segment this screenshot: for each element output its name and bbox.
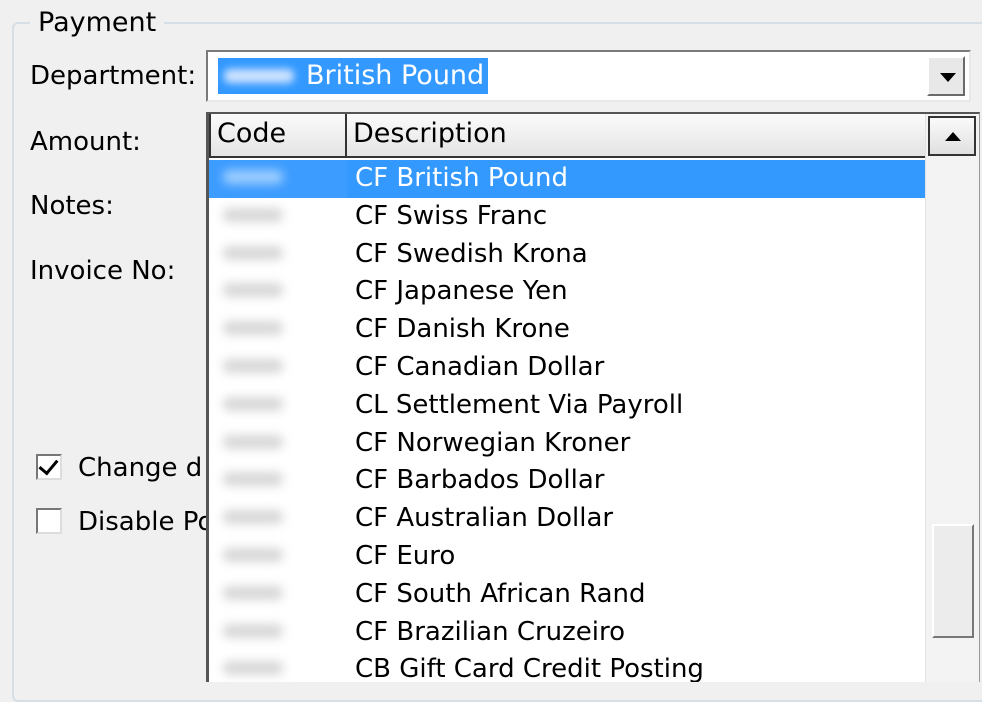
description-cell: CF Japanese Yen xyxy=(355,276,568,307)
description-cell: CF Euro xyxy=(355,540,456,571)
description-cell: CF South African Rand xyxy=(355,578,646,609)
department-label: Department: xyxy=(30,61,197,91)
redacted-code xyxy=(223,170,283,184)
disable-checkbox-label: Disable Po xyxy=(78,507,214,537)
dropdown-row[interactable]: CF Japanese Yen xyxy=(209,273,925,311)
redacted-code xyxy=(224,69,294,83)
code-cell xyxy=(209,198,347,236)
department-dropdown-list[interactable]: Code Description CF British Pound CF Swis… xyxy=(206,112,980,682)
department-value-text: British Pound xyxy=(306,60,485,91)
description-cell: CF Danish Krone xyxy=(355,314,570,345)
amount-label: Amount: xyxy=(30,127,141,157)
redacted-code xyxy=(223,207,283,222)
chevron-down-icon xyxy=(940,73,956,82)
code-cell xyxy=(209,614,347,652)
dropdown-row[interactable]: CB Gift Card Credit Posting xyxy=(209,651,925,682)
redacted-code xyxy=(223,547,283,562)
code-cell xyxy=(209,538,347,576)
redacted-code xyxy=(223,358,283,373)
description-cell: CF Barbados Dollar xyxy=(355,465,605,496)
code-cell xyxy=(209,273,347,311)
dropdown-row[interactable]: CF Barbados Dollar xyxy=(209,462,925,500)
dropdown-row[interactable]: CF Norwegian Kroner xyxy=(209,425,925,463)
code-cell xyxy=(209,311,347,349)
dropdown-row[interactable]: CF Swiss Franc xyxy=(209,198,925,236)
dropdown-row[interactable]: CF Swedish Krona xyxy=(209,236,925,274)
code-cell xyxy=(209,576,347,614)
description-cell: CF Swedish Krona xyxy=(355,238,588,269)
description-cell: CL Settlement Via Payroll xyxy=(355,389,684,420)
dropdown-row[interactable]: CF Euro xyxy=(209,538,925,576)
checkmark-icon xyxy=(38,454,59,476)
column-header-description[interactable]: Description xyxy=(345,114,927,158)
redacted-code xyxy=(223,623,283,638)
chevron-up-icon xyxy=(945,132,961,141)
department-combo[interactable]: British Pound xyxy=(206,50,971,102)
code-cell xyxy=(209,500,347,538)
redacted-code xyxy=(223,245,283,260)
dropdown-row[interactable]: CF British Pound xyxy=(209,160,927,198)
redacted-code xyxy=(223,396,283,411)
description-cell: CF Australian Dollar xyxy=(355,503,614,534)
code-cell xyxy=(209,160,347,198)
redacted-code xyxy=(223,510,283,525)
code-cell xyxy=(209,425,347,463)
description-cell: CF Brazilian Cruzeiro xyxy=(355,616,626,647)
department-selected-value: British Pound xyxy=(218,58,489,94)
code-cell xyxy=(209,651,347,682)
dropdown-button[interactable] xyxy=(927,56,965,96)
code-cell xyxy=(209,387,347,425)
redacted-code xyxy=(223,434,283,449)
dropdown-row[interactable]: CF Australian Dollar xyxy=(209,500,925,538)
invoice-no-label: Invoice No: xyxy=(30,256,176,286)
description-cell: CB Gift Card Credit Posting xyxy=(355,654,704,682)
dropdown-row[interactable]: CL Settlement Via Payroll xyxy=(209,387,925,425)
dropdown-row[interactable]: CF Brazilian Cruzeiro xyxy=(209,614,925,652)
dropdown-rows: CF British Pound CF Swiss Franc CF Swedish… xyxy=(209,160,927,682)
payment-legend: Payment xyxy=(30,6,165,40)
description-cell: CF Norwegian Kroner xyxy=(355,427,631,458)
redacted-code xyxy=(223,472,283,487)
scroll-thumb[interactable] xyxy=(932,524,974,638)
disable-checkbox[interactable] xyxy=(36,508,62,534)
scroll-up-button[interactable] xyxy=(928,116,976,156)
notes-label: Notes: xyxy=(30,191,114,221)
vertical-scrollbar[interactable] xyxy=(925,114,979,682)
description-cell: CF British Pound xyxy=(347,160,927,198)
description-cell: CF Swiss Franc xyxy=(355,200,548,231)
dropdown-row[interactable]: CF South African Rand xyxy=(209,576,925,614)
code-cell xyxy=(209,349,347,387)
redacted-code xyxy=(223,321,283,336)
dropdown-row[interactable]: CF Danish Krone xyxy=(209,311,925,349)
description-cell: CF Canadian Dollar xyxy=(355,351,605,382)
change-checkbox[interactable] xyxy=(36,454,62,480)
redacted-code xyxy=(223,283,283,298)
change-checkbox-label: Change d xyxy=(78,453,203,483)
column-header-code[interactable]: Code xyxy=(209,114,347,158)
code-cell xyxy=(209,236,347,274)
redacted-code xyxy=(223,661,283,676)
redacted-code xyxy=(223,585,283,600)
code-cell xyxy=(209,462,347,500)
dropdown-row[interactable]: CF Canadian Dollar xyxy=(209,349,925,387)
